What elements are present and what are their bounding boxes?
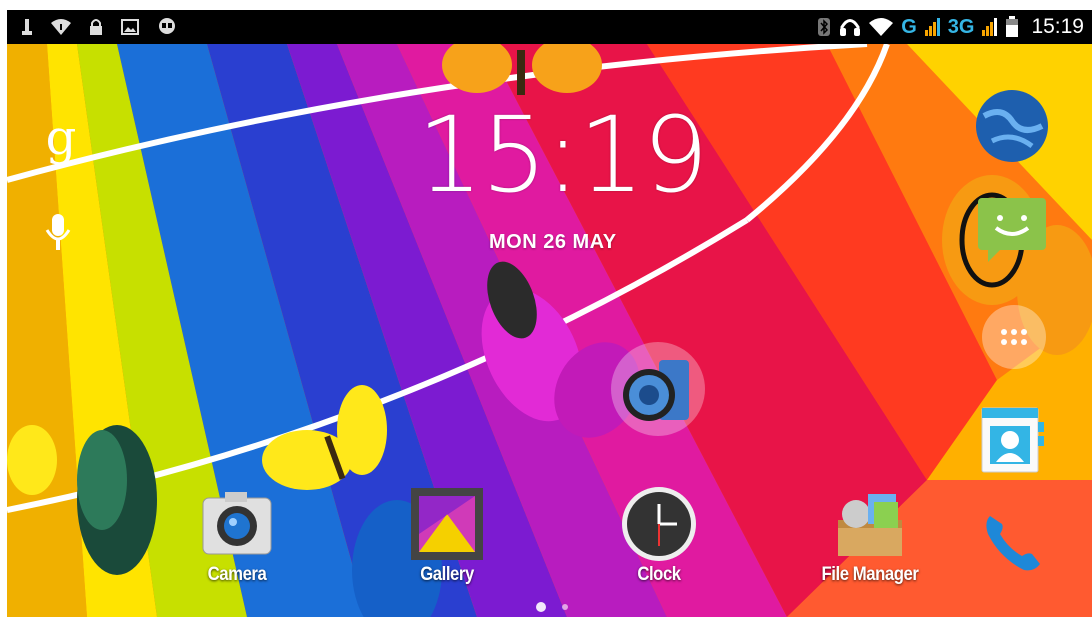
gallery-label: Gallery xyxy=(420,564,474,585)
wifi-alert-icon xyxy=(51,19,71,35)
music-speaker-icon xyxy=(611,342,705,436)
messaging-icon xyxy=(978,198,1046,262)
signal-strength-1-icon xyxy=(924,18,940,36)
page-indicator xyxy=(562,604,568,610)
network-g-label: G xyxy=(901,15,917,38)
music-app-icon[interactable] xyxy=(609,340,707,438)
status-bar-time: 15:19 xyxy=(1031,15,1084,38)
browser-app-icon[interactable] xyxy=(972,86,1052,166)
clock-label: Clock xyxy=(637,564,681,585)
file-manager-icon xyxy=(838,494,902,556)
camera-icon xyxy=(202,492,272,555)
battery-icon xyxy=(1006,16,1019,37)
image-icon xyxy=(121,19,139,35)
network-3g-label: 3G xyxy=(947,15,975,38)
contacts-icon xyxy=(981,407,1044,473)
messaging-app-icon[interactable] xyxy=(972,190,1052,270)
butterfly-green xyxy=(77,425,157,575)
status-bar: G 3G 15:19 xyxy=(7,10,1092,44)
google-search-button[interactable]: g xyxy=(41,110,81,166)
file-manager-label: File Manager xyxy=(821,564,919,585)
lockclock-time[interactable]: 15:19 xyxy=(417,94,709,216)
bluetooth-icon xyxy=(818,18,831,36)
contacts-app-icon[interactable] xyxy=(972,400,1052,480)
file-manager-app[interactable]: File Manager xyxy=(795,484,945,617)
gallery-app[interactable]: Gallery xyxy=(387,484,507,617)
wifi-icon xyxy=(869,18,894,36)
usb-debug-icon xyxy=(22,19,32,35)
signal-strength-2-icon xyxy=(982,18,998,36)
all-apps-button[interactable] xyxy=(979,302,1049,372)
lockclock-date[interactable]: MON 26 MAY xyxy=(489,231,617,254)
voice-search-icon[interactable] xyxy=(43,210,73,256)
all-apps-icon xyxy=(982,305,1046,369)
hangouts-icon xyxy=(159,18,175,34)
clock-icon xyxy=(622,487,696,561)
gallery-icon xyxy=(411,488,483,560)
camera-app[interactable]: Camera xyxy=(177,484,297,617)
headset-icon xyxy=(840,19,861,36)
phone-app-icon[interactable] xyxy=(972,500,1052,580)
browser-globe-icon xyxy=(976,90,1048,162)
butterfly-left-yellow xyxy=(7,425,57,495)
clock-app[interactable]: Clock xyxy=(599,484,719,617)
page-indicator-current xyxy=(536,602,546,612)
home-screen: G 3G 15:19 15:19 MON 26 MAY g Camera Gal… xyxy=(7,10,1092,617)
camera-label: Camera xyxy=(207,564,267,585)
phone-icon xyxy=(986,516,1040,571)
lock-icon xyxy=(90,19,102,35)
